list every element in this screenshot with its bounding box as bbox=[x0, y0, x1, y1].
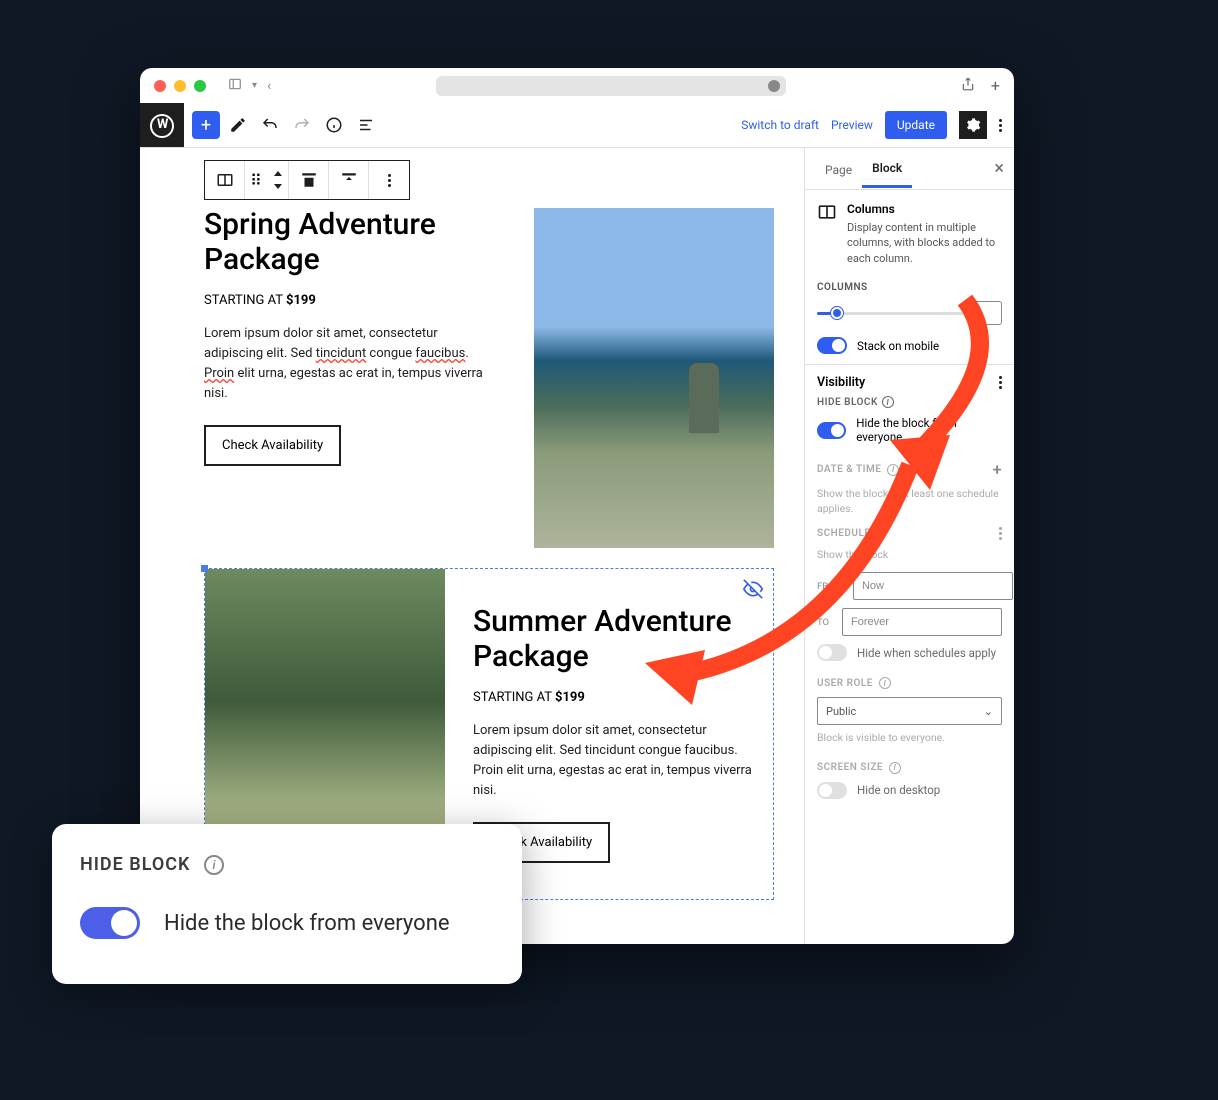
schedule-hint: Show the block bbox=[817, 548, 1002, 563]
block1-body[interactable]: Lorem ipsum dolor sit amet, consectetur … bbox=[204, 324, 484, 405]
block-name: Columns bbox=[847, 202, 1002, 216]
to-input[interactable] bbox=[842, 608, 1002, 636]
browser-window: ▾ ‹ + + Switch to draft Preview Update bbox=[140, 68, 1014, 944]
edit-icon[interactable] bbox=[877, 528, 888, 539]
drag-handle-icon[interactable]: ⠿ bbox=[245, 161, 267, 199]
inspector-sidebar: Page Block × Columns Display content in … bbox=[804, 148, 1014, 944]
minimize-window-icon[interactable] bbox=[174, 80, 186, 92]
callout-label: HIDE BLOCKi bbox=[80, 854, 494, 875]
block1-title[interactable]: Spring Adventure Package bbox=[204, 208, 484, 277]
more-options-icon[interactable] bbox=[999, 119, 1002, 132]
info-icon[interactable]: i bbox=[887, 464, 899, 476]
visibility-off-icon bbox=[743, 579, 763, 603]
info-icon[interactable] bbox=[320, 111, 348, 139]
undo-icon[interactable] bbox=[256, 111, 284, 139]
move-arrows-icon[interactable] bbox=[267, 161, 289, 199]
from-input[interactable] bbox=[853, 572, 1013, 600]
columns-section-label: COLUMNS bbox=[817, 282, 1002, 293]
address-bar[interactable] bbox=[436, 76, 786, 96]
callout-panel: HIDE BLOCKi Hide the block from everyone bbox=[52, 824, 522, 984]
settings-button[interactable] bbox=[959, 111, 987, 139]
hide-schedules-label: Hide when schedules apply bbox=[857, 646, 996, 660]
info-icon[interactable]: i bbox=[879, 677, 891, 689]
editor-toolbar: + Switch to draft Preview Update bbox=[140, 103, 1014, 148]
sidebar-toggle-icon[interactable] bbox=[228, 76, 242, 95]
browser-titlebar: ▾ ‹ + bbox=[140, 68, 1014, 103]
columns-slider[interactable] bbox=[817, 312, 964, 315]
datetime-hint: Show the block if at least one schedule … bbox=[817, 487, 1002, 516]
to-label: TO bbox=[817, 617, 832, 628]
edit-icon[interactable] bbox=[224, 111, 252, 139]
info-icon[interactable]: i bbox=[882, 396, 894, 408]
block2-body[interactable]: Lorem ipsum dolor sit amet, consectetur … bbox=[473, 721, 763, 802]
columns-count-input[interactable] bbox=[972, 301, 1002, 325]
hide-block-label: HIDE BLOCKi bbox=[817, 396, 1002, 408]
columns-block-icon[interactable] bbox=[205, 161, 245, 199]
info-icon[interactable]: i bbox=[889, 762, 901, 774]
outline-icon[interactable] bbox=[352, 111, 380, 139]
hide-desktop-toggle[interactable] bbox=[817, 782, 847, 799]
add-schedule-icon[interactable]: + bbox=[993, 460, 1002, 479]
close-window-icon[interactable] bbox=[154, 80, 166, 92]
hide-desktop-label: Hide on desktop bbox=[857, 783, 940, 797]
callout-text: Hide the block from everyone bbox=[164, 911, 450, 936]
block1-cta-button[interactable]: Check Availability bbox=[204, 425, 341, 466]
from-label: FROM bbox=[817, 581, 843, 592]
block1-image[interactable] bbox=[534, 208, 774, 548]
align-icon[interactable] bbox=[289, 161, 329, 199]
block2-price[interactable]: STARTING AT $199 bbox=[473, 690, 763, 705]
block2-title[interactable]: Summer Adventure Package bbox=[473, 605, 763, 674]
close-sidebar-icon[interactable]: × bbox=[994, 158, 1004, 179]
traffic-lights bbox=[154, 80, 206, 92]
columns-icon bbox=[817, 202, 837, 222]
update-button[interactable]: Update bbox=[885, 111, 947, 139]
maximize-window-icon[interactable] bbox=[194, 80, 206, 92]
new-tab-icon[interactable]: + bbox=[991, 76, 1000, 95]
hide-block-toggle[interactable] bbox=[817, 422, 846, 439]
back-icon[interactable]: ‹ bbox=[267, 78, 271, 94]
stack-mobile-toggle[interactable] bbox=[817, 337, 847, 354]
user-role-hint: Block is visible to everyone. bbox=[817, 731, 1002, 746]
add-block-button[interactable]: + bbox=[192, 111, 220, 139]
share-icon[interactable] bbox=[961, 76, 975, 95]
callout-toggle[interactable] bbox=[80, 907, 140, 939]
schedule-label: SCHEDULE bbox=[817, 527, 1002, 540]
block-description: Display content in multiple columns, wit… bbox=[847, 220, 1002, 266]
visibility-title: Visibility bbox=[817, 375, 865, 390]
tab-block[interactable]: Block bbox=[862, 149, 912, 188]
chevron-down-icon: ⌄ bbox=[984, 705, 993, 718]
visibility-more-icon[interactable] bbox=[999, 376, 1002, 389]
hide-block-toggle-label: Hide the block from everyone bbox=[856, 416, 1002, 444]
tab-page[interactable]: Page bbox=[815, 151, 862, 187]
hide-schedules-toggle[interactable] bbox=[817, 644, 847, 661]
stack-mobile-label: Stack on mobile bbox=[857, 339, 939, 353]
redo-icon[interactable] bbox=[288, 111, 316, 139]
datetime-label: DATE & TIMEi+ bbox=[817, 460, 1002, 479]
user-role-select[interactable]: Public⌄ bbox=[817, 697, 1002, 725]
info-icon[interactable]: i bbox=[204, 855, 224, 875]
more-block-options-icon[interactable] bbox=[369, 161, 409, 199]
vertical-align-icon[interactable] bbox=[329, 161, 369, 199]
chevron-down-icon[interactable]: ▾ bbox=[252, 80, 257, 91]
screen-size-label: SCREEN SIZEi bbox=[817, 762, 1002, 774]
schedule-more-icon[interactable] bbox=[999, 527, 1002, 540]
block1-price[interactable]: STARTING AT $199 bbox=[204, 293, 484, 308]
preview-link[interactable]: Preview bbox=[831, 118, 873, 132]
user-role-label: USER ROLEi bbox=[817, 677, 1002, 689]
block-toolbar: ⠿ bbox=[204, 160, 410, 200]
switch-to-draft-link[interactable]: Switch to draft bbox=[741, 118, 819, 132]
